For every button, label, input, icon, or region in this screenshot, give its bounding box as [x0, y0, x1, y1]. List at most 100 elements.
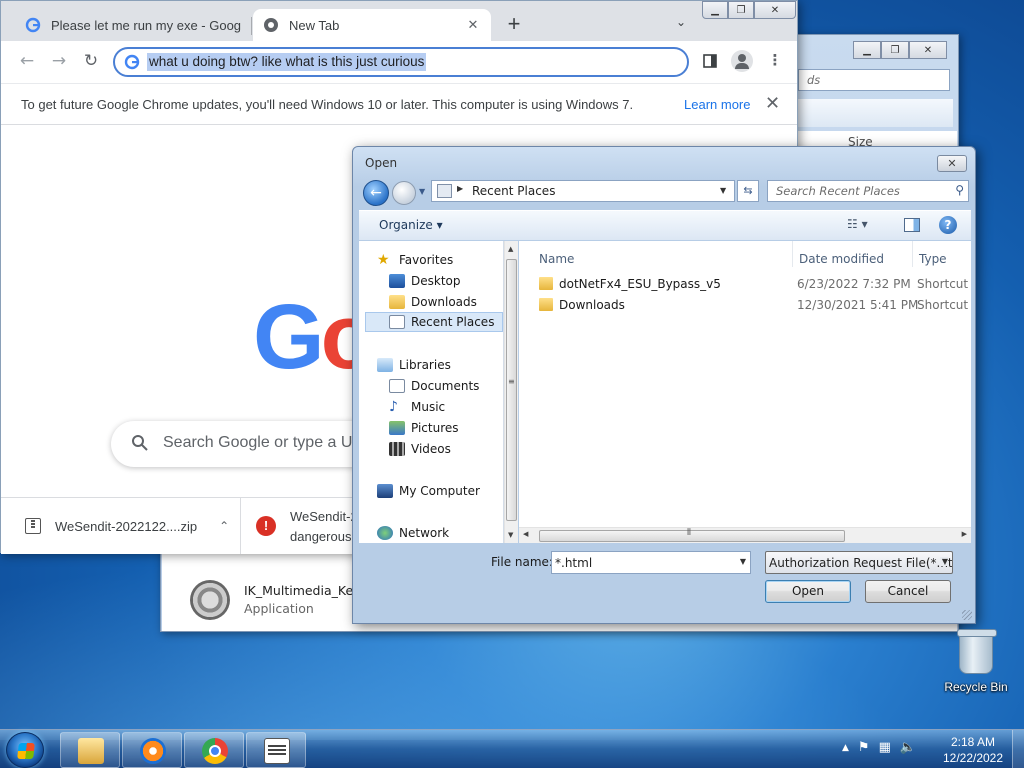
learn-more-link[interactable]: Learn more: [684, 97, 750, 112]
taskbar-explorer[interactable]: [60, 732, 120, 768]
forward-arrow-icon[interactable]: →: [47, 51, 71, 73]
menu-kebab-icon[interactable]: ⋮: [764, 51, 786, 73]
scroll-right-icon[interactable]: ▶: [962, 530, 967, 538]
nav-label: My Computer: [399, 484, 480, 498]
help-icon[interactable]: ?: [939, 216, 957, 234]
network-status-icon[interactable]: ▦: [879, 740, 891, 755]
warning-icon: !: [256, 516, 276, 536]
resize-grip[interactable]: [962, 610, 972, 620]
column-header-date[interactable]: Date modified: [793, 241, 913, 267]
taskbar: ▲ ⚑ ▦ 🔈 2:18 AM 12/22/2022: [0, 729, 1024, 768]
windows-logo-icon: [17, 743, 35, 759]
new-tab-button[interactable]: +: [503, 13, 525, 39]
taskbar-clock[interactable]: 2:18 AM 12/22/2022: [938, 734, 1008, 766]
download-item-dangerous[interactable]: ! WeSendit-2 dangerous,: [242, 498, 362, 554]
file-date: 12/30/2021 5:41 PM: [797, 298, 919, 312]
tab-title: Please let me run my exe - Goog: [51, 17, 241, 33]
side-panel-icon[interactable]: [699, 51, 721, 73]
explorer-search-input[interactable]: ds: [798, 69, 950, 91]
open-file-dialog[interactable]: Open ✕ ← ▼ ▶ Recent Places ▼ ⇆ Search Re…: [352, 146, 976, 624]
table-row[interactable]: Downloads 12/30/2021 5:41 PM Shortcut: [535, 295, 971, 315]
change-view-icon[interactable]: ☷ ▾: [847, 217, 868, 231]
volume-icon[interactable]: 🔈: [900, 740, 916, 755]
search-icon: [132, 435, 148, 451]
organize-button[interactable]: Organize ▾: [379, 218, 443, 232]
star-icon: ★: [377, 252, 390, 268]
scrollbar-thumb[interactable]: [539, 530, 845, 542]
document-icon: [389, 379, 405, 393]
show-desktop-button[interactable]: [1012, 730, 1024, 768]
open-button[interactable]: Open: [765, 580, 851, 603]
reload-icon[interactable]: ↻: [79, 51, 103, 73]
breadcrumb-location[interactable]: Recent Places: [472, 184, 555, 198]
folder-icon: [389, 295, 405, 309]
minimize-button[interactable]: ▁: [853, 41, 881, 59]
sort-chevron-icon: ⌃: [658, 241, 666, 248]
nav-pictures[interactable]: Pictures: [389, 418, 459, 438]
refresh-icon[interactable]: ⇆: [737, 180, 759, 202]
infobar-close-icon[interactable]: ✕: [765, 93, 780, 114]
nav-network[interactable]: Network: [377, 523, 449, 543]
table-row[interactable]: dotNetFx4_ESU_Bypass_v5 6/23/2022 7:32 P…: [535, 274, 971, 294]
file-name-input[interactable]: *.html ▼: [551, 551, 751, 574]
back-arrow-icon[interactable]: ←: [363, 180, 389, 206]
file-type-select[interactable]: Authorization Request File(*.htr ▼: [765, 551, 953, 574]
file-list: Name Date modified Type ⌃ dotNetFx4_ESU_…: [519, 241, 971, 543]
maximize-button[interactable]: ❐: [881, 41, 909, 59]
scroll-up-icon[interactable]: ▲: [508, 245, 513, 253]
nav-downloads[interactable]: Downloads: [389, 292, 477, 312]
omnibox[interactable]: what u doing btw? like what is this just…: [113, 47, 689, 77]
music-note-icon: ♪: [389, 399, 398, 415]
nav-desktop[interactable]: Desktop: [389, 271, 461, 291]
taskbar-application[interactable]: [246, 732, 306, 768]
address-bar[interactable]: ▶ Recent Places ▼: [431, 180, 735, 202]
taskbar-chrome[interactable]: [184, 732, 244, 768]
preview-pane-icon[interactable]: [904, 218, 920, 232]
close-button[interactable]: ✕: [909, 41, 947, 59]
cancel-button[interactable]: Cancel: [865, 580, 951, 603]
nav-favorites[interactable]: ★ Favorites: [377, 250, 453, 270]
profile-avatar-icon[interactable]: [731, 50, 753, 72]
application-window-icon: [264, 738, 290, 764]
nav-label: Network: [399, 526, 450, 540]
nav-libraries[interactable]: Libraries: [377, 355, 451, 375]
chevron-down-icon[interactable]: ▼: [720, 186, 726, 195]
back-arrow-icon[interactable]: ←: [15, 51, 39, 73]
tab-search-icon[interactable]: ⌄: [671, 15, 691, 35]
maximize-button[interactable]: ❐: [728, 1, 754, 19]
chevron-up-icon[interactable]: ⌃: [219, 519, 229, 533]
nav-label: Desktop: [411, 274, 461, 288]
show-hidden-icons-icon[interactable]: ▲: [842, 743, 849, 755]
scroll-down-icon[interactable]: ▼: [508, 531, 513, 539]
scroll-left-icon[interactable]: ◀: [523, 530, 528, 538]
taskbar-media-player[interactable]: [122, 732, 182, 768]
close-tab-icon[interactable]: ✕: [465, 17, 481, 33]
action-center-icon[interactable]: ⚑: [858, 740, 870, 755]
nav-my-computer[interactable]: My Computer: [377, 481, 480, 501]
dialog-close-button[interactable]: ✕: [937, 155, 967, 172]
nav-documents[interactable]: Documents: [389, 376, 479, 396]
download-item[interactable]: WeSendit-2022122....zip ⌃: [1, 498, 241, 554]
file-list-hscrollbar[interactable]: ◀ ⦀ ▶: [519, 527, 971, 543]
nav-music[interactable]: ♪ Music: [389, 397, 445, 417]
nav-label: Music: [411, 400, 446, 414]
nav-videos[interactable]: Videos: [389, 439, 451, 459]
close-button[interactable]: ✕: [754, 1, 796, 19]
nav-label: Pictures: [411, 421, 459, 435]
scrollbar-thumb[interactable]: [506, 259, 517, 521]
dialog-search-input[interactable]: Search Recent Places ⚲: [767, 180, 969, 202]
tab-new-tab[interactable]: New Tab ✕: [253, 9, 491, 41]
nav-scrollbar[interactable]: ▲ ≡ ▼: [504, 241, 518, 543]
start-button[interactable]: [6, 732, 44, 768]
chevron-down-icon[interactable]: ▼: [740, 557, 746, 566]
column-header-type[interactable]: Type: [913, 241, 971, 267]
tab-google-search[interactable]: Please let me run my exe - Goog: [15, 9, 251, 41]
recent-locations-dropdown-icon[interactable]: ▼: [419, 187, 425, 196]
breadcrumb-arrow-icon[interactable]: ▶: [457, 184, 463, 193]
list-item[interactable]: IK_Multimedia_Key Application: [190, 575, 361, 625]
omnibox-text[interactable]: what u doing btw? like what is this just…: [147, 53, 427, 71]
recycle-bin[interactable]: Recycle Bin: [940, 629, 1012, 694]
minimize-button[interactable]: ▁: [702, 1, 728, 19]
nav-recent-places[interactable]: Recent Places: [365, 312, 503, 332]
forward-arrow-icon[interactable]: [392, 181, 416, 205]
